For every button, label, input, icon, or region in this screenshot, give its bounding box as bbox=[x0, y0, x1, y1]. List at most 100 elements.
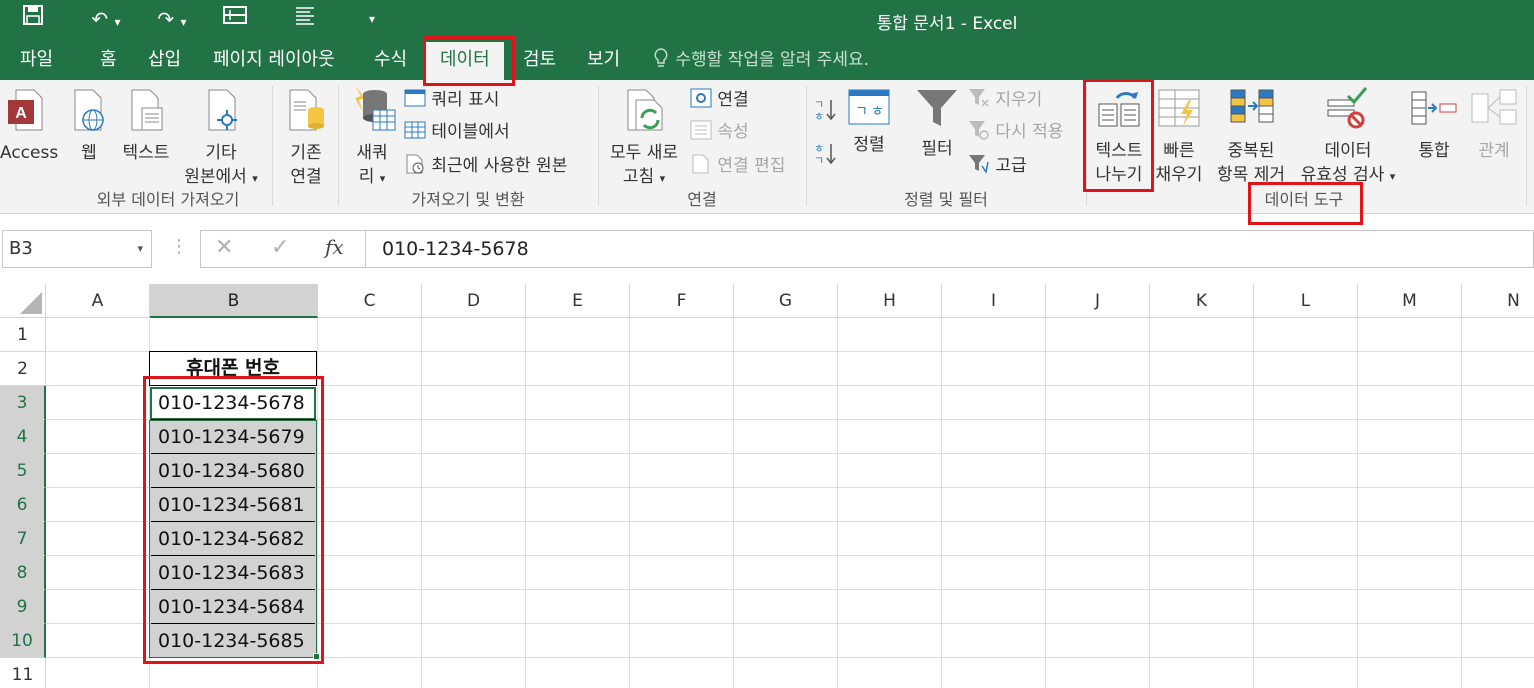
filter-icon bbox=[917, 90, 957, 126]
tell-me-box[interactable]: 수행할 작업을 알려 주세요. bbox=[652, 40, 869, 80]
new-query-label-2: 리 bbox=[358, 167, 375, 187]
tab-review[interactable]: 검토 bbox=[523, 40, 556, 80]
column-header-a[interactable]: A bbox=[46, 284, 150, 318]
column-header-i[interactable]: I bbox=[942, 284, 1046, 318]
clear-filter-label: 지우기 bbox=[995, 90, 1043, 110]
relationships-label: 관계 bbox=[1478, 141, 1510, 161]
chevron-down-icon[interactable]: ▾ bbox=[137, 231, 143, 267]
relationships-button[interactable]: 관계 bbox=[1466, 86, 1522, 163]
enter-icon[interactable]: ✓ bbox=[271, 235, 289, 260]
column-header-e[interactable]: E bbox=[526, 284, 630, 318]
access-label: Access bbox=[0, 143, 59, 163]
sort-descending-button[interactable]: ㅎㄱ bbox=[814, 140, 836, 173]
column-header-k[interactable]: K bbox=[1150, 284, 1254, 318]
formula-buttons: ✕ ✓ fx bbox=[200, 230, 366, 268]
new-query-label-1: 새쿼 bbox=[356, 143, 388, 163]
column-header-g[interactable]: G bbox=[734, 284, 838, 318]
tab-file[interactable]: 파일 bbox=[20, 40, 53, 80]
from-text-button[interactable]: 텍스트 bbox=[118, 86, 174, 165]
other-label-1: 기타 bbox=[205, 143, 237, 163]
ribbon-tab-bar: 파일 홈 삽입 페이지 레이아웃 수식 데이터 검토 보기 수행할 작업을 알려… bbox=[0, 40, 1534, 80]
cancel-icon[interactable]: ✕ bbox=[215, 235, 233, 260]
remove-duplicates-button[interactable]: 중복된 항목 제거 bbox=[1208, 86, 1294, 187]
column-header-h[interactable]: H bbox=[838, 284, 942, 318]
tab-formulas[interactable]: 수식 bbox=[374, 40, 407, 80]
column-header-n[interactable]: N bbox=[1462, 284, 1534, 318]
grid-line bbox=[421, 318, 422, 688]
sort-button[interactable]: ㄱㅎ 정렬 bbox=[844, 86, 894, 157]
separator bbox=[338, 86, 339, 206]
row-header-9[interactable]: 9 bbox=[0, 590, 46, 624]
from-access-button[interactable]: A Access bbox=[0, 86, 59, 165]
column-header-b[interactable]: B bbox=[150, 284, 318, 318]
recent-sources-button[interactable]: 최근에 사용한 원본 bbox=[404, 154, 567, 178]
worksheet-grid[interactable]: ABCDEFGHIJKLMN 1 2 3 4 5 6 7 8 9 10 11 휴대폰 번호 010-… bbox=[0, 284, 1534, 688]
row-header-10[interactable]: 10 bbox=[0, 624, 46, 658]
highlight-box-text-to-columns bbox=[1083, 79, 1154, 192]
tab-view[interactable]: 보기 bbox=[587, 40, 620, 80]
row-header-1[interactable]: 1 bbox=[0, 318, 46, 352]
from-other-sources-button[interactable]: 기타 원본에서 ▾ bbox=[178, 86, 264, 191]
group-get-transform: 가져오기 및 변환 bbox=[411, 190, 525, 209]
row-header-7[interactable]: 7 bbox=[0, 522, 46, 556]
flash-fill-button[interactable]: 빠른 채우기 bbox=[1152, 86, 1206, 187]
grid-line bbox=[1461, 318, 1462, 688]
show-queries-button[interactable]: 쿼리 표시 bbox=[404, 88, 499, 112]
connections-button[interactable]: 연결 bbox=[690, 88, 749, 112]
grid-line bbox=[525, 318, 526, 688]
consolidate-button[interactable]: 통합 bbox=[1406, 86, 1462, 163]
edit-links-button[interactable]: 연결 편집 bbox=[690, 154, 785, 178]
row-header-5[interactable]: 5 bbox=[0, 454, 46, 488]
consolidate-icon bbox=[1411, 91, 1457, 125]
tab-home[interactable]: 홈 bbox=[100, 40, 117, 80]
text-file-icon bbox=[131, 89, 163, 131]
data-validation-icon bbox=[1327, 87, 1368, 129]
reapply-button[interactable]: 다시 적용 bbox=[968, 120, 1063, 144]
column-header-j[interactable]: J bbox=[1046, 284, 1150, 318]
more-icon: ⋮ bbox=[170, 236, 188, 257]
column-header-c[interactable]: C bbox=[318, 284, 422, 318]
existing-connections-button[interactable]: 기존 연결 bbox=[280, 86, 332, 189]
from-table-label: 테이블에서 bbox=[431, 122, 510, 142]
select-all-corner[interactable] bbox=[0, 284, 46, 318]
highlight-box-data-tab bbox=[423, 36, 515, 86]
existing-connections-icon bbox=[289, 89, 324, 131]
row-header-11[interactable]: 11 bbox=[0, 658, 46, 688]
clear-filter-button[interactable]: 지우기 bbox=[968, 88, 1042, 112]
filter-label: 필터 bbox=[921, 139, 953, 159]
consolidate-label: 통합 bbox=[1418, 141, 1450, 161]
row-header-8[interactable]: 8 bbox=[0, 556, 46, 590]
from-web-button[interactable]: 웹 bbox=[68, 86, 110, 165]
tab-insert[interactable]: 삽입 bbox=[148, 40, 181, 80]
column-header-l[interactable]: L bbox=[1254, 284, 1358, 318]
new-query-button[interactable]: 새쿼 리 ▾ bbox=[344, 84, 400, 191]
svg-text:ㅎ: ㅎ bbox=[871, 104, 884, 120]
formula-input[interactable]: 010-1234-5678 bbox=[366, 230, 1534, 268]
group-connections: 연결 bbox=[687, 190, 717, 209]
properties-button[interactable]: 속성 bbox=[690, 120, 749, 144]
connections-label: 연결 bbox=[717, 90, 749, 110]
sort-ascending-button[interactable]: ㄱㅎ bbox=[814, 96, 836, 129]
column-header-f[interactable]: F bbox=[630, 284, 734, 318]
column-header-d[interactable]: D bbox=[422, 284, 526, 318]
row-header-4[interactable]: 4 bbox=[0, 420, 46, 454]
existing-label-2: 연결 bbox=[290, 167, 322, 187]
advanced-filter-button[interactable]: 고급 bbox=[968, 154, 1027, 178]
grid-line bbox=[941, 318, 942, 688]
row-header-2[interactable]: 2 bbox=[0, 352, 46, 386]
name-box[interactable]: B3 ▾ bbox=[2, 230, 152, 268]
access-icon: A bbox=[8, 89, 43, 131]
refresh-all-button[interactable]: 모두 새로 고침 ▾ bbox=[604, 86, 684, 191]
connections-icon bbox=[690, 88, 712, 108]
window-title: 통합 문서1 - Excel bbox=[876, 14, 1018, 34]
row-header-3[interactable]: 3 bbox=[0, 386, 46, 420]
insert-function-icon[interactable]: fx bbox=[325, 235, 344, 259]
separator bbox=[1526, 86, 1527, 206]
tab-page-layout[interactable]: 페이지 레이아웃 bbox=[213, 40, 335, 80]
filter-button[interactable]: 필터 bbox=[914, 86, 960, 161]
column-header-m[interactable]: M bbox=[1358, 284, 1462, 318]
from-table-button[interactable]: 테이블에서 bbox=[404, 120, 510, 144]
flash-fill-icon bbox=[1158, 89, 1200, 127]
row-header-6[interactable]: 6 bbox=[0, 488, 46, 522]
data-validation-button[interactable]: 데이터 유효성 검사 ▾ bbox=[1294, 86, 1402, 189]
